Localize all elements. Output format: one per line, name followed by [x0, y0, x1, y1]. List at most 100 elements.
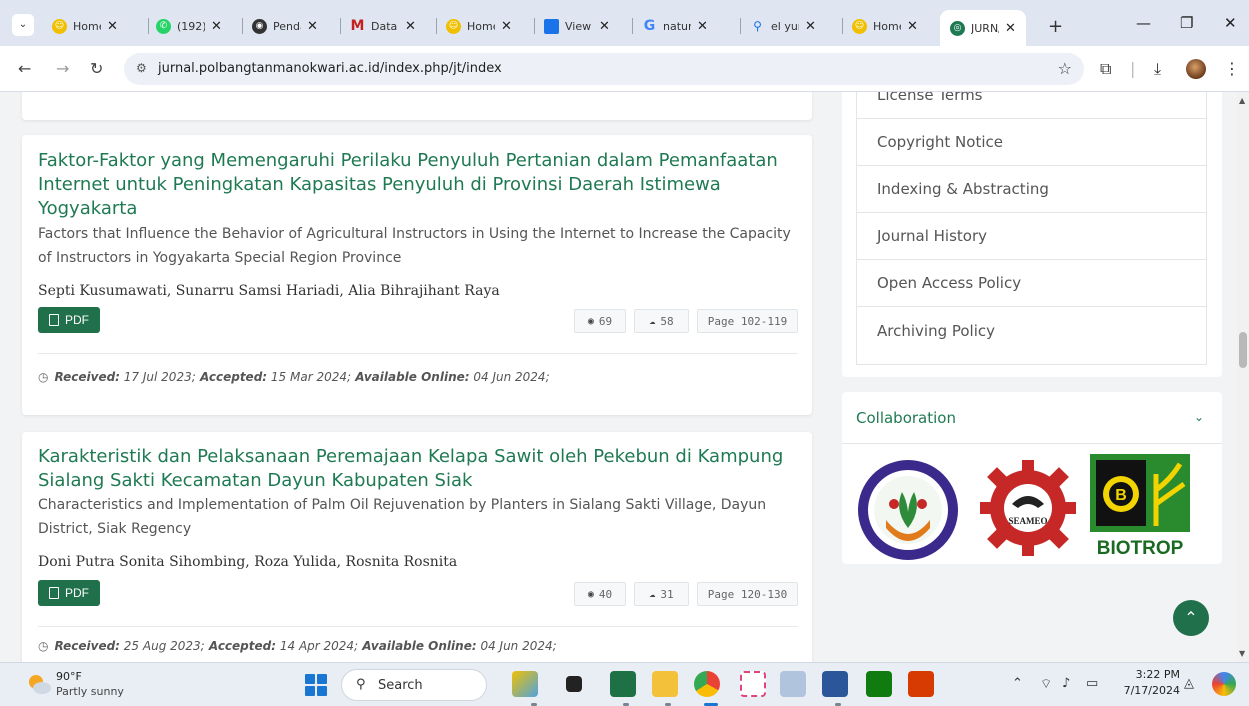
article-subtitle: Characteristics and Implementation of Pa… — [38, 497, 767, 537]
profile-avatar[interactable] — [1186, 59, 1206, 79]
bell-icon[interactable]: ◬ — [1184, 676, 1194, 691]
wifi-icon[interactable]: ⌔ — [1040, 676, 1052, 692]
tab-bar: ⌄ ☺ Home ✕ ✆ (192) ✕ ◉ Penda ✕ M Data ✕ … — [0, 0, 1249, 46]
tab-home-2[interactable]: ☺ Home ✕ — [446, 11, 512, 41]
close-icon[interactable]: ✕ — [501, 19, 512, 34]
download-count-badge: ☁ 58 — [634, 309, 689, 333]
chevron-up-icon[interactable]: ⌃ — [1012, 676, 1023, 691]
weather-sun-cloud-icon[interactable] — [26, 673, 52, 695]
copilot-tray-icon[interactable] — [1212, 672, 1236, 696]
scroll-down-icon[interactable]: ▼ — [1239, 649, 1245, 658]
tab-home-1[interactable]: ☺ Home ✕ — [52, 11, 118, 41]
sidebar-item-journal-history[interactable]: Journal History — [857, 213, 1206, 260]
site-settings-icon[interactable]: ⚙ — [136, 61, 147, 75]
windows-taskbar: 90°F Partly sunny ⚲ Search ⌃ ⌔ ♪ ▭ 3:22 … — [0, 662, 1249, 706]
globe-icon: ◉ — [252, 18, 267, 34]
scrollbar-thumb[interactable] — [1239, 332, 1247, 368]
windows-start-button[interactable] — [305, 674, 327, 696]
url-text[interactable]: jurnal.polbangtanmanokwari.ac.id/index.p… — [158, 61, 502, 76]
article-subtitle: Factors that Influence the Behavior of A… — [38, 226, 791, 266]
chevron-up-icon: ⌃ — [1184, 610, 1198, 627]
office-app-icon[interactable] — [908, 671, 934, 697]
tab-penda[interactable]: ◉ Penda ✕ — [252, 11, 318, 41]
close-icon[interactable]: ✕ — [805, 19, 816, 34]
download-icon[interactable]: ⤓ — [1154, 59, 1161, 79]
biotrop-logo[interactable]: B BIOTROP — [1090, 454, 1190, 558]
doc-icon — [544, 18, 559, 34]
clock-date[interactable]: 7/17/2024 — [1118, 684, 1180, 697]
address-bar[interactable]: ⚙ jurnal.polbangtanmanokwari.ac.id/index… — [124, 53, 1084, 85]
taskbar-search-box[interactable]: ⚲ Search — [341, 669, 487, 701]
chevron-down-icon[interactable]: ⌄ — [1194, 410, 1204, 424]
seameo-logo[interactable]: SEAMEO — [978, 458, 1078, 558]
snipping-tool-icon[interactable] — [740, 671, 766, 697]
close-icon[interactable]: ✕ — [307, 19, 318, 34]
terminal-app-icon[interactable] — [566, 676, 582, 692]
article-title-link[interactable]: Karakteristik dan Pelaksanaan Peremajaan… — [38, 445, 798, 493]
tab-home-3[interactable]: ☺ Home ✕ — [852, 11, 918, 41]
forward-arrow-icon[interactable]: → — [56, 59, 69, 78]
penyuluh-logo[interactable] — [856, 458, 960, 562]
minimize-icon[interactable]: — — [1136, 14, 1151, 32]
sidebar-item-archiving-policy[interactable]: Archiving Policy — [857, 307, 1206, 354]
file-explorer-icon[interactable] — [652, 671, 678, 697]
weather-description[interactable]: Partly sunny — [56, 685, 124, 698]
article-dates: ◷ Received: 17 Jul 2023; Accepted: 15 Mar… — [38, 370, 550, 384]
svg-text:BIOTROP: BIOTROP — [1097, 538, 1184, 558]
chrome-app-icon[interactable] — [694, 671, 720, 697]
page-scrollbar[interactable]: ▲ ▼ — [1237, 92, 1249, 662]
copilot-app-icon[interactable] — [512, 671, 538, 697]
tab-view[interactable]: View ✕ — [544, 11, 610, 41]
clock-time[interactable]: 3:22 PM — [1128, 668, 1180, 681]
sidebar-item-open-access[interactable]: Open Access Policy — [857, 260, 1206, 307]
article-title-link[interactable]: Faktor-Faktor yang Memengaruhi Perilaku … — [38, 149, 798, 221]
more-menu-icon[interactable]: ⋮ — [1224, 59, 1240, 78]
address-toolbar: ← → ↻ ⚙ jurnal.polbangtanmanokwari.ac.id… — [0, 46, 1249, 92]
search-icon: ⚲ — [753, 19, 762, 33]
weather-temperature[interactable]: 90°F — [56, 670, 82, 683]
battery-icon[interactable]: ▭ — [1086, 676, 1098, 691]
volume-icon[interactable]: ♪ — [1062, 676, 1070, 691]
tab-search-menu-button[interactable]: ⌄ — [12, 14, 34, 36]
close-icon[interactable]: ✕ — [907, 19, 918, 34]
reload-icon[interactable]: ↻ — [90, 59, 103, 78]
word-app-icon[interactable] — [822, 671, 848, 697]
xbox-app-icon[interactable] — [866, 671, 892, 697]
view-count-badge: ◉ 40 — [574, 582, 626, 606]
close-icon[interactable]: ✕ — [599, 19, 610, 34]
article-card: Karakteristik dan Pelaksanaan Peremajaan… — [22, 432, 812, 662]
pdf-button[interactable]: PDF — [38, 580, 100, 606]
close-icon[interactable]: ✕ — [405, 19, 416, 34]
article-card: Faktor-Faktor yang Memengaruhi Perilaku … — [22, 135, 812, 415]
back-to-top-button[interactable]: ⌃ — [1173, 600, 1209, 636]
bookmark-star-icon[interactable]: ☆ — [1058, 59, 1072, 78]
tab-google-natur[interactable]: G natur ✕ — [642, 11, 708, 41]
clock-icon: ◷ — [38, 370, 49, 384]
sidebar-item-license-terms[interactable]: License Terms — [857, 92, 1206, 119]
sidebar-item-copyright-notice[interactable]: Copyright Notice — [857, 119, 1206, 166]
toolbar-divider: | — [1130, 59, 1136, 78]
pdf-button[interactable]: PDF — [38, 307, 100, 333]
close-icon[interactable]: ✕ — [697, 19, 708, 34]
eye-icon: ◉ — [587, 588, 594, 600]
excel-app-icon[interactable] — [610, 671, 636, 697]
smiley-icon: ☺ — [52, 18, 67, 34]
extensions-icon[interactable]: ⧉ — [1100, 59, 1111, 79]
file-icon — [49, 314, 59, 326]
article-divider — [38, 353, 798, 354]
camera-app-icon[interactable] — [780, 671, 806, 697]
scroll-up-icon[interactable]: ▲ — [1239, 96, 1245, 105]
tab-jurnal-active[interactable]: ◎ JURN/ ✕ — [940, 10, 1026, 46]
close-icon[interactable]: ✕ — [1005, 21, 1016, 36]
restore-icon[interactable]: ❐ — [1180, 14, 1193, 32]
new-tab-button[interactable]: + — [1048, 16, 1063, 37]
collaboration-header[interactable]: Collaboration ⌄ — [842, 392, 1222, 444]
back-arrow-icon[interactable]: ← — [18, 59, 31, 78]
window-close-icon[interactable]: ✕ — [1224, 14, 1237, 32]
tab-data-gmail[interactable]: M Data ✕ — [350, 11, 416, 41]
close-icon[interactable]: ✕ — [211, 19, 222, 34]
tab-whatsapp[interactable]: ✆ (192) ✕ — [156, 11, 222, 41]
tab-search-el-yun[interactable]: ⚲ el yun ✕ — [750, 11, 816, 41]
close-icon[interactable]: ✕ — [107, 19, 118, 34]
sidebar-item-indexing[interactable]: Indexing & Abstracting — [857, 166, 1206, 213]
